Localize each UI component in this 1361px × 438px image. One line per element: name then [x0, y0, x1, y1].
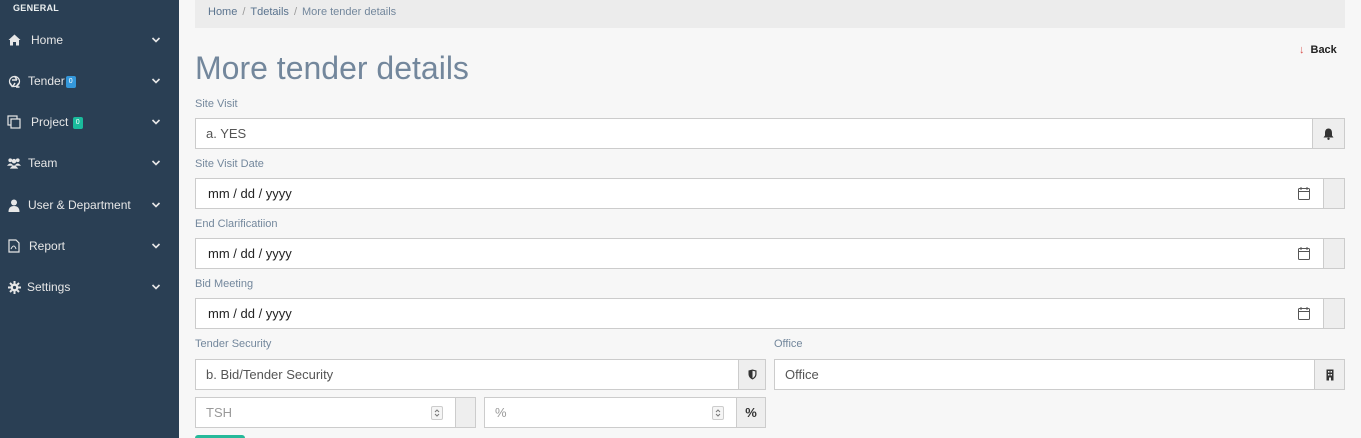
back-button[interactable]: ↓ Back	[1299, 44, 1337, 56]
bid-meeting-value: mm / dd / yyyy	[208, 306, 292, 321]
site-visit-date-value: mm / dd / yyyy	[208, 186, 292, 201]
building-addon	[1314, 359, 1345, 390]
bid-meeting-date-input[interactable]: mm / dd / yyyy	[195, 298, 1324, 329]
calendar-icon[interactable]	[1298, 187, 1310, 200]
chevron-down-icon	[151, 160, 161, 166]
file-pdf-icon	[7, 239, 21, 253]
date-addon	[1323, 238, 1345, 269]
date-addon	[1323, 178, 1345, 209]
breadcrumb-current: More tender details	[302, 6, 397, 18]
sidebar-item-label: Settings	[27, 280, 71, 294]
office-value: Office	[785, 367, 819, 382]
site-visit-select[interactable]: a. YES	[195, 118, 1313, 149]
sidebar-item-label: Report	[29, 239, 66, 253]
tender-security-label: Tender Security	[195, 338, 272, 350]
sidebar-item-label: Project	[31, 115, 69, 129]
chevron-down-icon	[151, 119, 161, 125]
sidebar-item-user-department[interactable]: User & Department	[0, 190, 179, 220]
chevron-down-icon	[151, 202, 161, 208]
sidebar-item-settings[interactable]: Settings	[0, 272, 179, 302]
site-visit-label: Site Visit	[195, 98, 238, 110]
date-addon	[1323, 298, 1345, 329]
end-clarification-value: mm / dd / yyyy	[208, 246, 292, 261]
calendar-icon[interactable]	[1298, 307, 1310, 320]
percent-placeholder: %	[495, 405, 507, 420]
user-icon	[7, 198, 21, 212]
sidebar-item-tender[interactable]: Tender 0	[0, 66, 179, 96]
percent-icon: %	[736, 397, 766, 428]
sidebar-item-team[interactable]: Team	[0, 148, 179, 178]
back-label: Back	[1310, 44, 1337, 56]
end-clarification-label: End Clarificatiion	[195, 218, 278, 230]
page-title: More tender details	[195, 50, 469, 86]
calendar-icon[interactable]	[1298, 247, 1310, 260]
office-input[interactable]: Office	[774, 359, 1315, 390]
breadcrumb-separator: /	[293, 6, 297, 18]
users-icon	[7, 156, 21, 170]
home-icon	[7, 33, 21, 47]
stepper-arrows-icon	[715, 409, 721, 417]
sidebar-item-report[interactable]: Report	[0, 231, 179, 261]
percent-input[interactable]: %	[484, 397, 737, 428]
sidebar-item-home[interactable]: Home	[0, 25, 179, 55]
gear-icon	[7, 280, 21, 294]
sidebar-section-title: GENERAL	[13, 3, 60, 13]
office-label: Office	[774, 338, 803, 350]
site-visit-value: a. YES	[206, 126, 247, 141]
number-stepper[interactable]	[712, 406, 724, 420]
tender-security-value: b. Bid/Tender Security	[206, 367, 334, 382]
sidebar-item-label: Home	[31, 33, 64, 47]
sidebar-item-label: Tender	[28, 74, 65, 88]
sidebar-item-label: Team	[28, 156, 58, 170]
sidebar-item-project[interactable]: Project 0	[0, 107, 179, 137]
project-count-badge: 0	[72, 116, 83, 129]
end-clarification-date-input[interactable]: mm / dd / yyyy	[195, 238, 1324, 269]
bell-icon	[1323, 128, 1334, 140]
shield-icon	[748, 369, 756, 380]
amount-addon	[455, 397, 476, 428]
breadcrumb-tdetails-link[interactable]: Tdetails	[250, 6, 289, 18]
breadcrumb-home-link[interactable]: Home	[208, 6, 237, 18]
number-stepper[interactable]	[431, 406, 443, 420]
shield-addon	[738, 359, 766, 390]
site-visit-date-label: Site Visit Date	[195, 158, 264, 170]
site-visit-date-input[interactable]: mm / dd / yyyy	[195, 178, 1324, 209]
chevron-down-icon	[151, 37, 161, 43]
sidebar-item-label: User & Department	[28, 198, 131, 212]
building-icon	[1326, 369, 1333, 380]
tender-count-badge: 0	[65, 75, 76, 88]
tender-security-select[interactable]: b. Bid/Tender Security	[195, 359, 739, 390]
stepper-arrows-icon	[434, 409, 440, 417]
bid-meeting-label: Bid Meeting	[195, 278, 254, 290]
breadcrumb-separator: /	[242, 6, 246, 18]
chevron-down-icon	[151, 284, 161, 290]
sidebar: GENERAL Home Tender 0 Project 0 Team Use…	[0, 0, 179, 438]
amount-placeholder: TSH	[206, 405, 232, 420]
arrow-down-icon: ↓	[1299, 44, 1305, 56]
amount-input[interactable]: TSH	[195, 397, 456, 428]
chevron-down-icon	[151, 78, 161, 84]
breadcrumb: Home / Tdetails / More tender details	[195, 0, 1345, 28]
bell-addon	[1312, 118, 1345, 149]
chevron-down-icon	[151, 243, 161, 249]
recycle-icon	[7, 74, 21, 88]
clone-icon	[7, 115, 21, 129]
